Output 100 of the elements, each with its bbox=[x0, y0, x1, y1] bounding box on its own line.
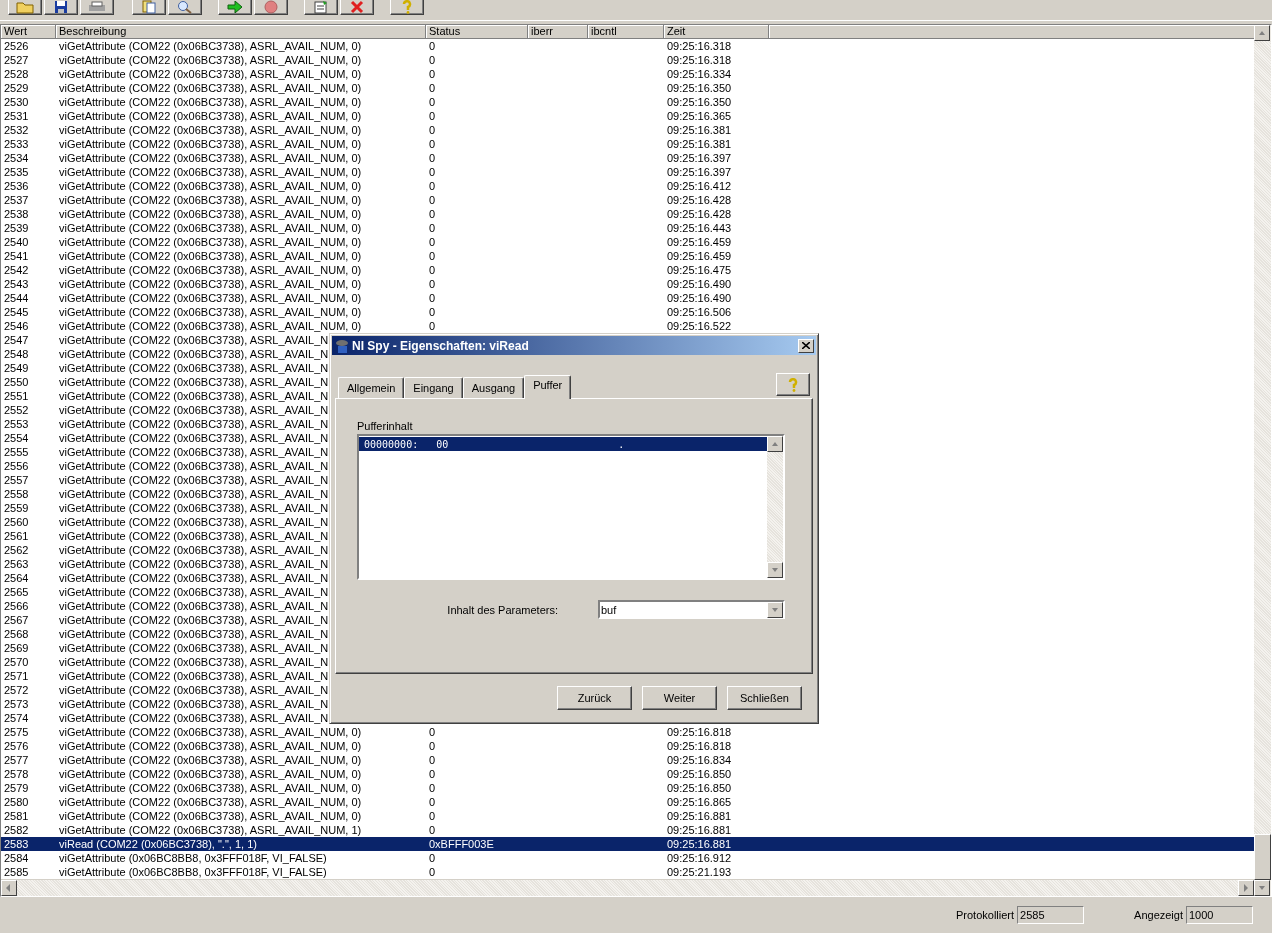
toolbar-button[interactable] bbox=[390, 0, 424, 15]
table-cell-text: viGetAttribute (0x06BC8BB8, 0x3FFF018F, VI_FALSE) bbox=[58, 851, 327, 865]
tab[interactable]: Ausgang bbox=[462, 377, 525, 398]
toolbar-button[interactable] bbox=[254, 0, 288, 15]
parameter-dropdown[interactable]: buf bbox=[598, 600, 785, 619]
table-cell-text: 2550 bbox=[3, 375, 29, 389]
table-cell-text: viGetAttribute (COM22 (0x06BC3738), ASRL_AVAIL_N bbox=[58, 459, 329, 473]
toolbar-button[interactable] bbox=[168, 0, 202, 15]
table-cell-text: 2548 bbox=[3, 347, 29, 361]
scroll-left-button[interactable] bbox=[1, 880, 17, 896]
toolbar-button[interactable] bbox=[304, 0, 338, 15]
close-icon bbox=[802, 342, 810, 349]
table-cell-text: 09:25:16.818 bbox=[666, 725, 732, 739]
scroll-thumb[interactable] bbox=[1254, 834, 1271, 880]
table-cell-text: 0 bbox=[428, 109, 436, 123]
column-header[interactable]: Status bbox=[426, 25, 528, 39]
table-cell-text: 2532 bbox=[3, 123, 29, 137]
table-cell-text: 2574 bbox=[3, 711, 29, 725]
table-cell-text: 2579 bbox=[3, 781, 29, 795]
help-icon bbox=[787, 377, 799, 392]
table-cell-text: 0 bbox=[428, 67, 436, 81]
close-icon bbox=[350, 0, 364, 14]
toolbar-button[interactable] bbox=[8, 0, 42, 15]
tab[interactable]: Eingang bbox=[404, 377, 463, 398]
table-cell-text: viGetAttribute (COM22 (0x06BC3738), ASRL_AVAIL_N bbox=[58, 487, 329, 501]
table-cell-text: 0 bbox=[428, 221, 436, 235]
column-header[interactable]: ibcntl bbox=[588, 25, 664, 39]
tab[interactable]: Allgemein bbox=[338, 377, 405, 398]
column-header[interactable]: iberr bbox=[528, 25, 588, 39]
table-cell-text: 09:25:16.443 bbox=[666, 221, 732, 235]
table-cell-text: viGetAttribute (COM22 (0x06BC3738), ASRL_AVAIL_NUM, 0) bbox=[58, 123, 362, 137]
table-cell-text: 2559 bbox=[3, 501, 29, 515]
tab[interactable]: Puffer bbox=[524, 375, 572, 399]
table-cell-text: 0 bbox=[428, 795, 436, 809]
dialog-button[interactable]: Schließen bbox=[727, 686, 802, 710]
table-cell-text: 09:25:16.381 bbox=[666, 137, 732, 151]
table-cell-text: 0 bbox=[428, 319, 436, 333]
table-cell-text: viGetAttribute (COM22 (0x06BC3738), ASRL_AVAIL_N bbox=[58, 627, 329, 641]
toolbar-button[interactable] bbox=[44, 0, 78, 15]
table-cell-text: viGetAttribute (COM22 (0x06BC3738), ASRL_AVAIL_NUM, 0) bbox=[58, 277, 362, 291]
table-cell-text: viGetAttribute (COM22 (0x06BC3738), ASRL_AVAIL_NUM, 1) bbox=[58, 823, 362, 837]
table-cell-text: 0 bbox=[428, 165, 436, 179]
printer-icon bbox=[88, 0, 106, 13]
dialog-button[interactable]: Weiter bbox=[642, 686, 717, 710]
toolbar-button[interactable] bbox=[80, 0, 114, 15]
buffer-list[interactable]: 00000000: 00 . bbox=[357, 434, 785, 580]
table-cell-text: 09:25:16.459 bbox=[666, 249, 732, 263]
table-cell-text: viGetAttribute (COM22 (0x06BC3738), ASRL_AVAIL_N bbox=[58, 417, 329, 431]
table-cell-text: 2534 bbox=[3, 151, 29, 165]
table-cell-text: 2555 bbox=[3, 445, 29, 459]
table-cell-text: viGetAttribute (COM22 (0x06BC3738), ASRL_AVAIL_N bbox=[58, 655, 329, 669]
column-header[interactable]: Wert bbox=[1, 25, 56, 39]
toolbar-button[interactable] bbox=[340, 0, 374, 15]
table-cell-text: viGetAttribute (COM22 (0x06BC3738), ASRL_AVAIL_N bbox=[58, 389, 329, 403]
table-cell-text: 2580 bbox=[3, 795, 29, 809]
scroll-right-button[interactable] bbox=[1238, 880, 1254, 896]
table-cell-text: 09:25:16.850 bbox=[666, 781, 732, 795]
table-cell-text: 09:25:16.490 bbox=[666, 291, 732, 305]
table-cell-text: 2552 bbox=[3, 403, 29, 417]
table-cell-text: 2551 bbox=[3, 389, 29, 403]
table-cell-text: viGetAttribute (COM22 (0x06BC3738), ASRL_AVAIL_N bbox=[58, 585, 329, 599]
help-button[interactable] bbox=[776, 373, 810, 396]
toolbar-button[interactable] bbox=[218, 0, 252, 15]
toolbar-button[interactable] bbox=[132, 0, 166, 15]
table-cell-text: viGetAttribute (COM22 (0x06BC3738), ASRL_AVAIL_NUM, 0) bbox=[58, 137, 362, 151]
table-cell-text: viGetAttribute (COM22 (0x06BC3738), ASRL_AVAIL_NUM, 0) bbox=[58, 305, 362, 319]
table-cell-text: viGetAttribute (COM22 (0x06BC3738), ASRL_AVAIL_N bbox=[58, 375, 329, 389]
table-cell-text: 0 bbox=[428, 263, 436, 277]
table-cell-text: 09:25:16.397 bbox=[666, 165, 732, 179]
status-field: 2585 bbox=[1017, 906, 1085, 924]
column-header[interactable]: Zeit bbox=[664, 25, 769, 39]
circle-icon bbox=[264, 0, 278, 14]
table-cell-text: 2533 bbox=[3, 137, 29, 151]
dialog-title: NI Spy - Eigenschaften: viRead bbox=[352, 338, 530, 353]
table-cell-text: 2541 bbox=[3, 249, 29, 263]
table-cell-text: 0xBFFF003E bbox=[428, 837, 494, 851]
column-header[interactable]: Beschreibung bbox=[56, 25, 426, 39]
scroll-up-button[interactable] bbox=[767, 436, 783, 452]
scroll-down-button[interactable] bbox=[1254, 880, 1270, 896]
table-cell-text: 2547 bbox=[3, 333, 29, 347]
magnifier-icon bbox=[177, 0, 193, 14]
table-cell-text: viGetAttribute (COM22 (0x06BC3738), ASRL_AVAIL_N bbox=[58, 515, 329, 529]
dialog-button[interactable]: Zurück bbox=[557, 686, 632, 710]
scroll-down-button[interactable] bbox=[767, 562, 783, 578]
table-cell-text: viGetAttribute (COM22 (0x06BC3738), ASRL_AVAIL_NUM, 0) bbox=[58, 739, 362, 753]
table-cell-text: 09:25:21.193 bbox=[666, 865, 732, 879]
table-cell-text: viGetAttribute (COM22 (0x06BC3738), ASRL_AVAIL_N bbox=[58, 473, 329, 487]
table-cell-text: 2573 bbox=[3, 697, 29, 711]
table-cell-text: 09:25:16.318 bbox=[666, 53, 732, 67]
close-button[interactable] bbox=[798, 338, 814, 353]
table-cell-text: viGetAttribute (COM22 (0x06BC3738), ASRL_AVAIL_NUM, 0) bbox=[58, 95, 362, 109]
table-cell-text: 0 bbox=[428, 291, 436, 305]
table-cell-text: viGetAttribute (COM22 (0x06BC3738), ASRL_AVAIL_N bbox=[58, 613, 329, 627]
selected-row[interactable]: 2583 viRead (COM22 (0x06BC3738), ".", 1, 1) 0xBFFF003E 09:25:16.881 bbox=[1, 837, 1254, 851]
table-cell-text: viGetAttribute (COM22 (0x06BC3738), ASRL_AVAIL_NUM, 0) bbox=[58, 809, 362, 823]
status-label: Protokolliert bbox=[956, 909, 1015, 921]
table-cell-text: 0 bbox=[428, 305, 436, 319]
document-icon bbox=[142, 0, 156, 14]
dropdown-button[interactable] bbox=[767, 601, 783, 618]
scroll-up-button[interactable] bbox=[1254, 25, 1270, 41]
